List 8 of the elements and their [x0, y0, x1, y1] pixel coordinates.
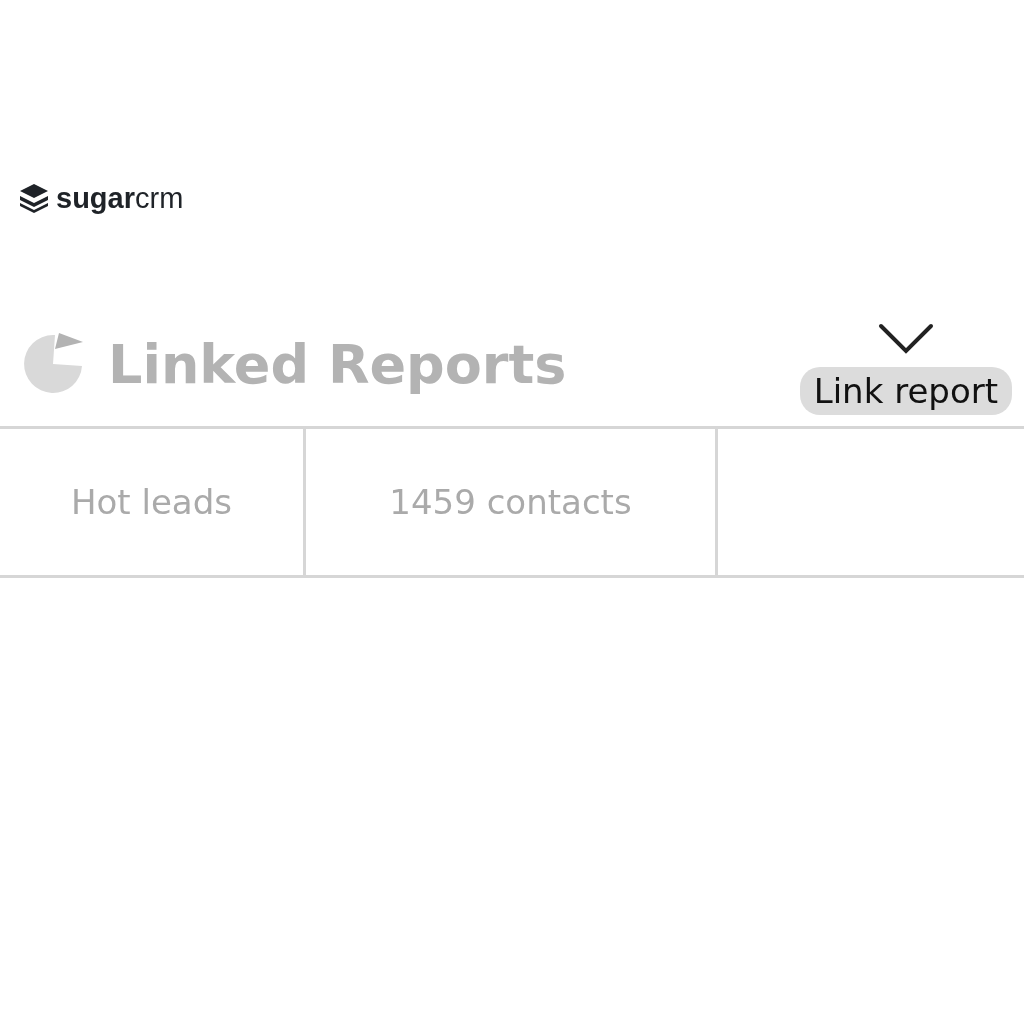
logo-text: sugarcrm [56, 183, 184, 213]
page-title: Linked Reports [108, 331, 567, 398]
link-report-button[interactable]: Link report [799, 367, 1012, 415]
table-cell-text: 1459 contacts [389, 480, 632, 524]
chevron-down-icon[interactable] [877, 323, 934, 355]
logo-icon [18, 182, 50, 214]
table-cell-text: Hot leads [71, 480, 232, 524]
pie-chart-icon [22, 333, 84, 395]
